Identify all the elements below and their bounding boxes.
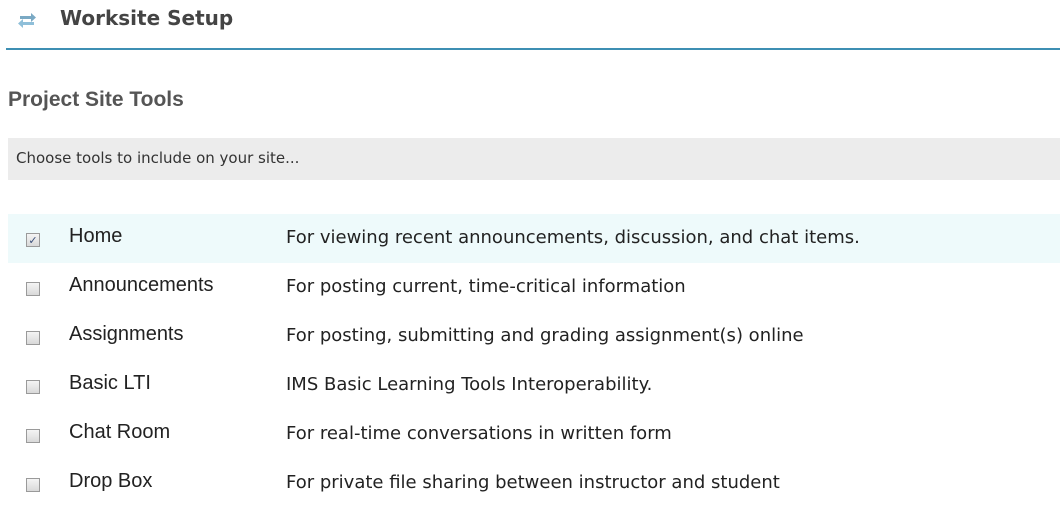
tool-name[interactable]: Home xyxy=(69,225,122,248)
tool-checkbox-drop-box[interactable] xyxy=(26,478,40,492)
tool-checkbox-assignments[interactable] xyxy=(26,331,40,345)
tool-name[interactable]: Basic LTI xyxy=(69,372,151,395)
tool-row-assignments[interactable]: Assignments For posting, submitting and … xyxy=(8,312,1060,361)
tool-name[interactable]: Drop Box xyxy=(69,470,152,493)
tool-row-home[interactable]: ✓ Home For viewing recent announcements,… xyxy=(8,214,1060,263)
instruction-text: Choose tools to include on your site... xyxy=(16,149,300,167)
tool-description: For private file sharing between instruc… xyxy=(286,472,780,493)
tool-checkbox-home[interactable]: ✓ xyxy=(26,233,40,247)
tool-description: For posting, submitting and grading assi… xyxy=(286,325,804,346)
tool-checkbox-announcements[interactable] xyxy=(26,282,40,296)
tool-name[interactable]: Chat Room xyxy=(69,421,170,444)
tool-description: For posting current, time-critical infor… xyxy=(286,276,686,297)
tool-row-drop-box[interactable]: Drop Box For private file sharing betwee… xyxy=(8,459,1060,508)
tool-row-basic-lti[interactable]: Basic LTI IMS Basic Learning Tools Inter… xyxy=(8,361,1060,410)
tool-name[interactable]: Announcements xyxy=(69,274,214,297)
tool-description: For real-time conversations in written f… xyxy=(286,423,672,444)
instruction-bar: Choose tools to include on your site... xyxy=(8,138,1060,180)
page-title: Project Site Tools xyxy=(8,88,184,111)
checkmark-icon: ✓ xyxy=(28,233,38,247)
tool-description: IMS Basic Learning Tools Interoperabilit… xyxy=(286,374,653,395)
tool-checkbox-basic-lti[interactable] xyxy=(26,380,40,394)
tool-row-chat-room[interactable]: Chat Room For real-time conversations in… xyxy=(8,410,1060,459)
tool-list: ✓ Home For viewing recent announcements,… xyxy=(8,214,1060,508)
tool-row-announcements[interactable]: Announcements For posting current, time-… xyxy=(8,263,1060,312)
worksite-setup-header: Worksite Setup xyxy=(6,0,1060,50)
tool-description: For viewing recent announcements, discus… xyxy=(286,227,860,248)
tool-name[interactable]: Assignments xyxy=(69,323,184,346)
tool-checkbox-chat-room[interactable] xyxy=(26,429,40,443)
header-title: Worksite Setup xyxy=(60,6,234,30)
refresh-arrows-icon xyxy=(16,8,38,30)
